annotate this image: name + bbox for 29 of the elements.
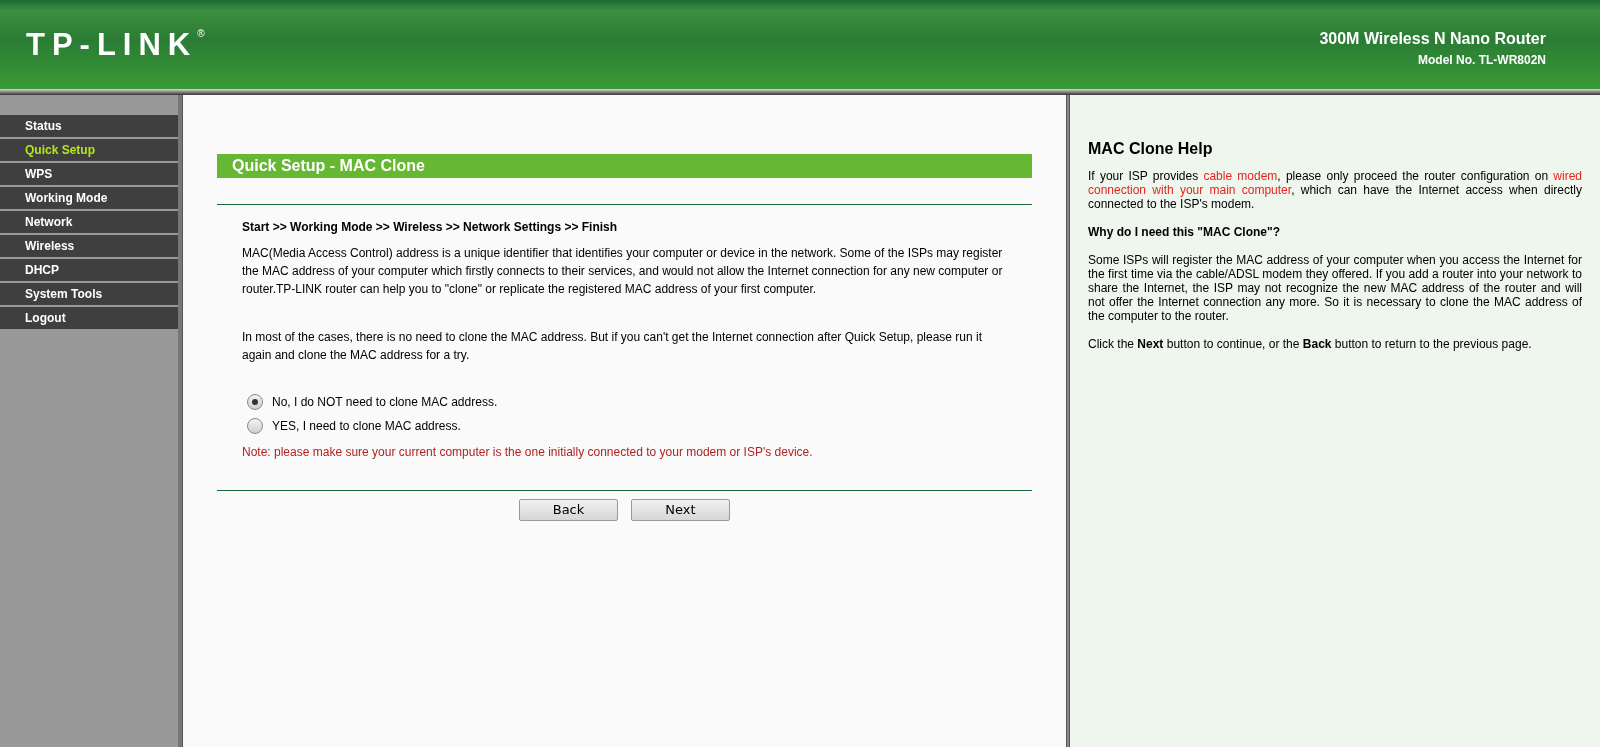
help-text: Some ISPs will register the MAC address of your computer when you access the Internet for the first time via the cable/ADSL modem they offered. If you add a router into your network to share the Internet, the ISP may not recognize the new MAC address of the router and will not offer the Internet connection any more. So it is necessary to clone the MAC address of the computer to the router. [1088,253,1582,323]
menu-item[interactable]: Working Mode [0,187,178,209]
model-number: Model No. TL-WR802N [1418,51,1546,69]
radio-label: No, I do NOT need to clone MAC address. [272,394,498,411]
radio-button[interactable] [247,418,263,434]
menu-item[interactable]: Network [0,211,178,233]
menu-item[interactable]: Quick Setup [0,139,178,161]
menu-item[interactable]: Status [0,115,178,137]
menu-item[interactable]: Logout [0,307,178,329]
radio-label: YES, I need to clone MAC address. [272,418,461,435]
logo: TP-LINK [26,29,198,60]
note-text: Note: please make sure your current computer is the one initially connected to your modem or ISP's device. [242,444,814,461]
section-title: Quick Setup - MAC Clone [217,154,1032,178]
breadcrumb: Start >> Working Mode >> Wireless >> Network Settings >> Finish [242,219,619,236]
product-name: 300M Wireless N Nano Router [1319,28,1546,49]
help-text: Click the Next button to continue, or the Back button to return to the previous page. [1088,336,1533,353]
menu-item[interactable]: WPS [0,163,178,185]
menu-item[interactable]: System Tools [0,283,178,305]
registered-mark: ® [197,29,205,39]
menu-item[interactable]: Wireless [0,235,178,257]
menu-item[interactable]: DHCP [0,259,178,281]
radio-button[interactable] [247,394,263,410]
description-text: MAC(Media Access Control) address is a unique identifier that identifies your computer or device in the network. Some of the ISPs may register the MAC address of your computer which firstly connects to their services, and would not allow the Internet connection for any new computer or router.TP-LINK router can help you to "clone" or replicate the registered MAC address of your first computer. [242,245,1004,298]
help-title: MAC Clone Help [1088,139,1214,159]
back-button[interactable]: Back [519,499,618,521]
help-question: Why do I need this "MAC Clone"? [1088,224,1282,241]
description-text: In most of the cases, there is no need to clone the MAC address. But if you can't get the Internet connection after Quick Setup, please run it again and clone the MAC address for a try. [242,329,984,364]
next-button[interactable]: Next [631,499,730,521]
help-text: If your ISP provides cable modem, please only proceed the router configuration on wired connection with your main computer, which can have the Internet access when directly connected to the ISP's modem. [1088,169,1582,211]
